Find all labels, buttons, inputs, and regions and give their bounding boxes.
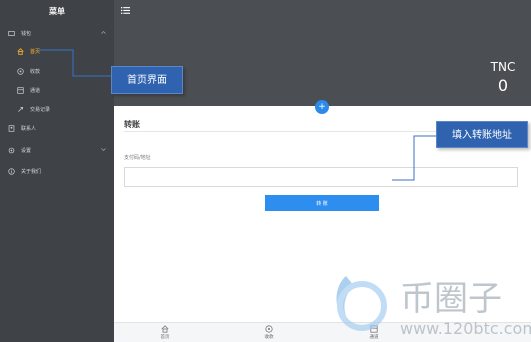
contacts-icon [8, 124, 15, 132]
sidebar-item-settings[interactable]: 设置 [0, 143, 114, 157]
chevron-up-icon [101, 30, 106, 35]
sidebar-item-home[interactable]: 首页 [0, 44, 114, 58]
wallet-icon [8, 30, 15, 37]
balance-value: 0 [497, 76, 509, 95]
sidebar-item-label: 联系人 [21, 125, 37, 132]
app-window: 菜单 钱包 首页 收款 通道 交易记录 联系人 设置 关于我们 TNC 0 + … [0, 0, 531, 342]
page-title: 转账 [124, 120, 140, 129]
address-input[interactable] [124, 167, 518, 187]
watermark-url: www.120btc.com [400, 319, 531, 338]
home-icon [161, 325, 169, 333]
sidebar-item-receive[interactable]: 收款 [0, 64, 114, 78]
channel-icon [17, 86, 24, 94]
sidebar-item-label: 首页 [30, 48, 41, 55]
sidebar-item-label: 收款 [30, 68, 41, 75]
sidebar-item-channel[interactable]: 通道 [0, 83, 114, 97]
records-icon [17, 106, 24, 113]
watermark-text: 币圈子 [400, 279, 502, 319]
sidebar-item-contacts[interactable]: 联系人 [0, 121, 114, 135]
tab-receive[interactable]: 收款 [239, 325, 299, 340]
receive-icon [265, 325, 273, 333]
watermark-logo: 币圈子 www.120btc.com [336, 276, 531, 338]
home-icon [17, 47, 24, 55]
tab-label: 首页 [160, 335, 170, 340]
tab-home[interactable]: 首页 [135, 325, 195, 340]
sidebar-title: 菜单 [49, 7, 65, 16]
sidebar-menu: 菜单 钱包 首页 收款 通道 交易记录 联系人 设置 关于我们 [0, 0, 114, 342]
about-icon [8, 167, 15, 175]
sidebar-item-label: 设置 [21, 147, 32, 154]
add-button[interactable]: + [315, 100, 329, 114]
transfer-button[interactable]: 转 账 [265, 195, 379, 211]
tab-label: 收款 [264, 335, 274, 340]
chevron-down-icon [101, 147, 106, 152]
sidebar-item-label: 交易记录 [30, 106, 51, 113]
sidebar-item-label: 钱包 [21, 30, 32, 37]
sidebar-item-label: 通道 [30, 87, 41, 94]
annotation-address: 填入转账地址 [436, 121, 528, 148]
settings-icon [8, 147, 15, 154]
sidebar-item-records[interactable]: 交易记录 [0, 102, 114, 116]
sidebar-item-about[interactable]: 关于我们 [0, 164, 114, 178]
sidebar-item-label: 关于我们 [21, 168, 42, 175]
address-label: 支付码/地址 [124, 155, 151, 161]
menu-toggle-icon[interactable] [121, 7, 130, 14]
sidebar-item-wallet[interactable]: 钱包 [0, 26, 114, 40]
currency-label: TNC [490, 60, 516, 74]
receive-icon [17, 67, 24, 75]
annotation-home: 首页界面 [111, 66, 183, 94]
